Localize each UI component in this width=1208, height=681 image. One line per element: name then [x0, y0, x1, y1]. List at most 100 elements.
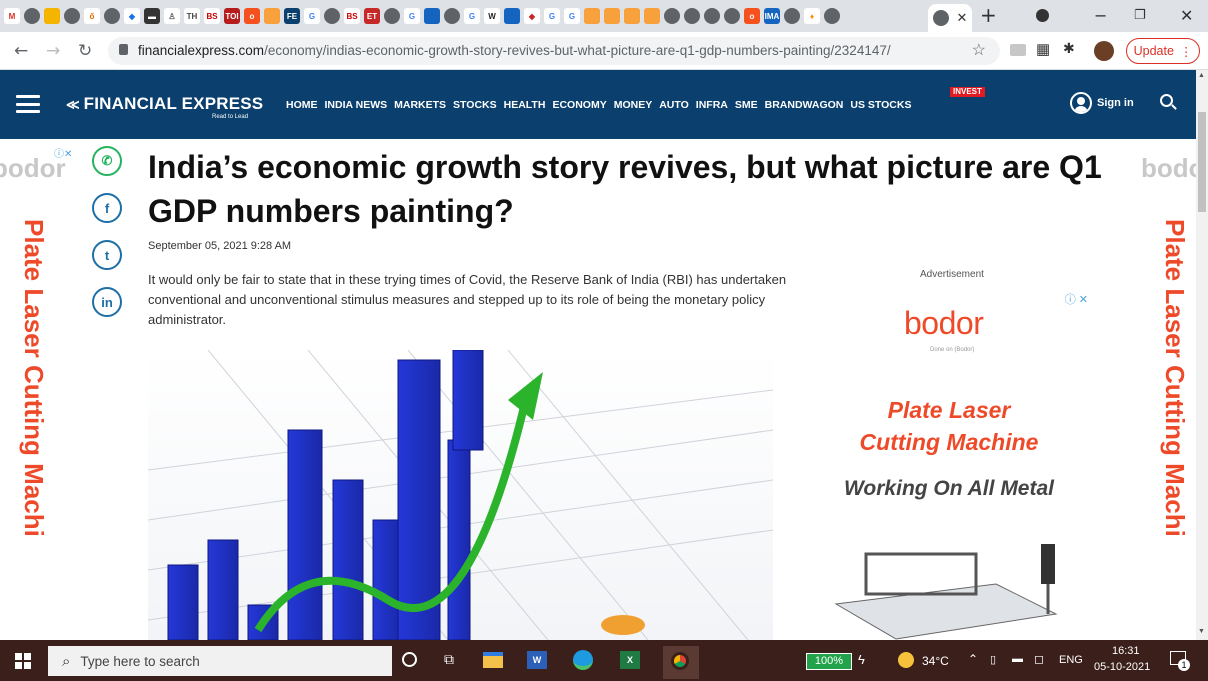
google-icon[interactable]: G	[304, 8, 320, 24]
scroll-up-icon[interactable]: ▲	[1198, 72, 1205, 79]
ad-choices-icon[interactable]: ⓘ ✕	[1065, 291, 1088, 307]
drive-icon[interactable]	[44, 8, 60, 24]
minimize-icon[interactable]: −	[1094, 6, 1107, 25]
cortana-icon[interactable]	[402, 652, 417, 667]
circle-icon[interactable]	[644, 8, 660, 24]
nav-item-brandwagon[interactable]: BRANDWAGON	[765, 99, 844, 111]
word-icon[interactable]: W	[527, 651, 547, 669]
circle-icon[interactable]	[264, 8, 280, 24]
excel-icon[interactable]: X	[620, 651, 640, 669]
bs-icon[interactable]: BS	[344, 8, 360, 24]
tray-device-icon[interactable]: ▯	[990, 653, 996, 666]
close-tab-icon[interactable]: ✕	[957, 10, 968, 26]
weather-icon[interactable]	[898, 652, 914, 668]
forward-icon[interactable]: →	[46, 41, 60, 61]
fork-icon[interactable]: ő	[84, 8, 100, 24]
file-explorer-icon[interactable]	[483, 652, 503, 668]
nav-item-india-news[interactable]: INDIA NEWS	[325, 99, 388, 111]
people-icon[interactable]: ♙	[164, 8, 180, 24]
hamburger-menu-icon[interactable]	[16, 95, 40, 113]
address-bar[interactable]: financialexpress.com/economy/indias-econ…	[108, 37, 1000, 65]
nav-item-stocks[interactable]: STOCKS	[453, 99, 497, 111]
globe-icon[interactable]	[724, 8, 740, 24]
circle-icon[interactable]	[624, 8, 640, 24]
nav-item-health[interactable]: HEALTH	[504, 99, 546, 111]
close-window-icon[interactable]: ✕	[1180, 6, 1193, 25]
globe-icon[interactable]	[64, 8, 80, 24]
nav-item-home[interactable]: HOME	[286, 99, 318, 111]
globe-icon[interactable]	[824, 8, 840, 24]
diamond-icon[interactable]: ◆	[124, 8, 140, 24]
temperature[interactable]: 34°C	[922, 654, 949, 668]
fe-icon[interactable]: FE	[284, 8, 300, 24]
advertisement[interactable]: ⓘ ✕ bodor Done on (Bodor) Plate Laser Cu…	[806, 289, 1092, 640]
task-view-icon[interactable]: ⧉	[444, 651, 454, 668]
facebook-share-icon[interactable]: f	[92, 193, 122, 223]
page-scrollbar[interactable]: ▲ ▼	[1196, 70, 1208, 640]
google-icon[interactable]: G	[404, 8, 420, 24]
taskbar-search[interactable]: ⌕ Type here to search	[48, 646, 392, 676]
update-button[interactable]: Update ⋮	[1126, 38, 1200, 64]
google-icon[interactable]: G	[464, 8, 480, 24]
restore-icon[interactable]: ❐	[1134, 8, 1146, 23]
whatsapp-share-icon[interactable]: ✆	[92, 146, 122, 176]
extension-icon[interactable]	[1010, 44, 1026, 56]
google-icon[interactable]: G	[544, 8, 560, 24]
globe-icon[interactable]	[684, 8, 700, 24]
url-text[interactable]: financialexpress.com/economy/indias-econ…	[138, 43, 891, 58]
battery-indicator[interactable]: 100%	[806, 653, 852, 670]
nav-item-sme[interactable]: SME	[735, 99, 758, 111]
google-icon[interactable]: G	[564, 8, 580, 24]
language-indicator[interactable]: ENG	[1059, 654, 1083, 666]
circle-icon[interactable]	[424, 8, 440, 24]
right-skin-ad[interactable]: bodor Plate Laser Cutting Machi	[1117, 139, 1196, 640]
avatar[interactable]	[1094, 41, 1114, 61]
screen-icon[interactable]: ▬	[144, 8, 160, 24]
twitter-share-icon[interactable]: t	[92, 240, 122, 270]
globe-icon[interactable]	[444, 8, 460, 24]
globe-icon[interactable]	[24, 8, 40, 24]
nav-item-us-stocks[interactable]: US STOCKS	[850, 99, 911, 111]
edge-icon[interactable]	[573, 650, 593, 670]
nav-item-economy[interactable]: ECONOMY	[552, 99, 606, 111]
globe-icon[interactable]	[104, 8, 120, 24]
reload-icon[interactable]: ↻	[78, 41, 92, 61]
left-skin-ad[interactable]: bodor ⓘ✕ Plate Laser Cutting Machi	[0, 139, 83, 640]
bs-icon[interactable]: BS	[204, 8, 220, 24]
globe-icon[interactable]	[784, 8, 800, 24]
toi-icon[interactable]: TOI	[224, 8, 240, 24]
sign-in-link[interactable]: Sign in	[1070, 92, 1134, 114]
back-icon[interactable]: ←	[14, 41, 28, 61]
gmail-icon[interactable]: M	[4, 8, 20, 24]
nav-item-auto[interactable]: AUTO	[659, 99, 689, 111]
invest-badge[interactable]: INVEST	[950, 87, 985, 97]
et-icon[interactable]: ET	[364, 8, 380, 24]
nav-item-infra[interactable]: INFRA	[696, 99, 728, 111]
scroll-down-icon[interactable]: ▼	[1198, 628, 1205, 635]
windows-start-icon[interactable]	[15, 653, 31, 669]
site-logo[interactable]: ≪ FINANCIAL EXPRESS	[66, 94, 263, 114]
network-icon[interactable]: ▬	[1012, 653, 1023, 665]
scrollbar-thumb[interactable]	[1198, 112, 1206, 212]
globe-icon[interactable]	[384, 8, 400, 24]
new-tab-icon[interactable]: +	[980, 3, 997, 27]
ima-icon[interactable]: IMA	[764, 8, 780, 24]
circle-icon[interactable]: o	[244, 8, 260, 24]
grid-extension-icon[interactable]: ▦	[1036, 40, 1050, 58]
circle-icon[interactable]	[604, 8, 620, 24]
bookmark-star-icon[interactable]: ☆	[972, 40, 986, 60]
circle-icon[interactable]	[504, 8, 520, 24]
clock-time[interactable]: 16:31	[1112, 645, 1140, 657]
active-tab[interactable]: ✕	[928, 4, 972, 32]
nav-item-money[interactable]: MONEY	[614, 99, 653, 111]
wikipedia-icon[interactable]: W	[484, 8, 500, 24]
ad-choices-icon[interactable]: ⓘ✕	[54, 145, 72, 160]
linkedin-share-icon[interactable]: in	[92, 287, 122, 317]
puzzle-extensions-icon[interactable]: ✱	[1063, 40, 1075, 57]
tray-chevron-up-icon[interactable]: ⌃	[968, 652, 978, 666]
speaker-icon[interactable]: ◻	[1034, 652, 1044, 666]
globe-icon[interactable]	[704, 8, 720, 24]
circle-icon[interactable]: o	[744, 8, 760, 24]
diamond-icon[interactable]: ◆	[524, 8, 540, 24]
nav-item-markets[interactable]: MARKETS	[394, 99, 446, 111]
